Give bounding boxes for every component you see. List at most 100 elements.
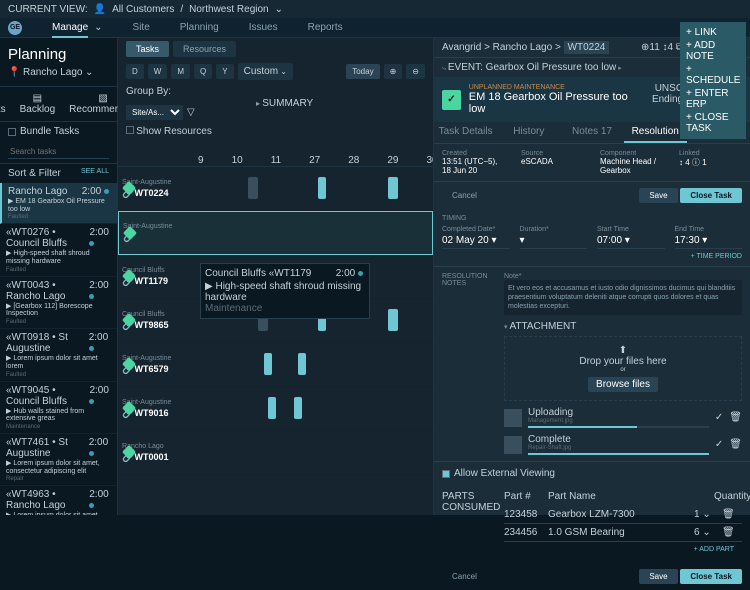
resolution-notes-label: RESOLUTION NOTES <box>442 273 492 451</box>
range-year[interactable]: Y <box>216 64 233 79</box>
range-quarter[interactable]: Q <box>194 64 212 79</box>
close-task-button-bottom[interactable]: Close Task <box>680 569 742 584</box>
breadcrumb[interactable]: Avangrid > Rancho Lago > <box>442 42 561 53</box>
chevron-down-icon[interactable]: ⌄ <box>94 22 102 33</box>
timing-field[interactable]: Completed Date*02 May 20 ▾ <box>442 226 510 249</box>
close-task-button[interactable]: Close Task <box>680 188 742 203</box>
action-item[interactable]: + ADD NOTE <box>684 39 742 63</box>
gantt-row[interactable]: Saint-Augustine🔗 <box>118 211 433 255</box>
action-item[interactable]: + SCHEDULE <box>684 63 742 87</box>
timing-field[interactable]: End Time17:30 ▾ <box>675 226 743 249</box>
today-button[interactable]: Today <box>346 64 379 79</box>
wt-badge: WT0224 <box>564 41 610 54</box>
parts-header: Part #Part NameQuantity <box>504 491 742 502</box>
current-view-label: CURRENT VIEW: <box>8 4 88 15</box>
task-item[interactable]: Rancho Lago2:00 ▶ EM 18 Gearbox Oil Pres… <box>0 183 117 224</box>
task-item[interactable]: «WT7461 • St Augustine2:00 ▶ Lorem ipsum… <box>0 434 117 486</box>
detail-tab[interactable]: Task Details <box>434 122 497 143</box>
file-dropzone[interactable]: ⬆ Drop your files here or Browse files <box>504 336 742 401</box>
browse-files-button[interactable]: Browse files <box>588 377 658 392</box>
task-item[interactable]: «WT4963 • Rancho Lago2:00 ▶ Lorem ipsum … <box>0 486 117 515</box>
upload-icon: ⬆ <box>513 345 733 356</box>
tab-resources[interactable]: Resources <box>173 41 236 57</box>
cancel-button-bottom[interactable]: Cancel <box>442 569 487 584</box>
timing-label: TIMING <box>442 215 742 222</box>
cancel-button[interactable]: Cancel <box>442 188 487 203</box>
task-item[interactable]: «WT0043 • Rancho Lago2:00 ▶ [Gearbox 112… <box>0 277 117 329</box>
gantt-row[interactable]: Saint-Augustine🔗WT9016 <box>118 387 433 431</box>
zoom-out-icon[interactable]: ⊖ <box>406 64 425 79</box>
tab-tasks[interactable]: Tasks <box>126 41 169 57</box>
task-item[interactable]: «WT9045 • Council Bluffs2:00 ▶ Hub walls… <box>0 382 117 434</box>
nav-manage[interactable]: Manage <box>52 18 88 37</box>
detail-tab[interactable]: Resolution <box>624 122 687 143</box>
delete-icon[interactable]: 🗑 <box>729 439 742 450</box>
nav-planning[interactable]: Planning <box>180 18 219 37</box>
action-item[interactable]: + LINK <box>684 26 742 39</box>
gantt-row[interactable]: Council Bluffs🔗WT1179Council Bluffs «WT1… <box>118 255 433 299</box>
range-custom[interactable]: Custom ⌄ <box>238 63 293 80</box>
check-icon: ✓ <box>442 90 461 110</box>
add-time-period[interactable]: + TIME PERIOD <box>442 253 742 260</box>
upload-item: CompleteRepair-Shaft.jpg✓🗑 <box>504 434 742 455</box>
save-button-bottom[interactable]: Save <box>639 569 677 584</box>
page-title: Planning <box>8 46 109 63</box>
gantt-date-header: 910112728293012345678910 <box>118 139 433 167</box>
task-item[interactable]: «WT0276 • Council Bluffs2:00 ▶ High-spee… <box>0 224 117 276</box>
customers-dropdown[interactable]: All Customers <box>112 4 174 15</box>
delete-icon[interactable]: 🗑 <box>729 412 742 423</box>
nav-issues[interactable]: Issues <box>249 18 278 37</box>
page-subtitle: Rancho Lago <box>23 67 83 78</box>
part-row: 2344561.0 GSM Bearing6 ⌄🗑 <box>504 524 742 542</box>
action-item[interactable]: + ENTER ERP <box>684 87 742 111</box>
timing-field[interactable]: Duration* ▾ <box>520 226 588 249</box>
note-text[interactable]: Et vero eos et accusamus et iusto odio d… <box>504 280 742 315</box>
chevron-down-icon: ⌄ <box>275 4 283 15</box>
nav-reports[interactable]: Reports <box>308 18 343 37</box>
range-week[interactable]: W <box>148 64 168 79</box>
detail-tab[interactable]: History <box>497 122 560 143</box>
zoom-in-icon[interactable]: ⊕ <box>384 64 403 79</box>
qty-stepper[interactable]: 6 ⌄ <box>694 527 722 538</box>
thumbnail <box>504 409 522 427</box>
show-resources-checkbox[interactable] <box>126 126 134 134</box>
task-tooltip: Council Bluffs «WT11792:00 ▶ High-speed … <box>200 263 370 319</box>
bundle-checkbox[interactable] <box>8 128 16 136</box>
region-dropdown[interactable]: Northwest Region <box>189 4 268 15</box>
pin-icon: 📍 <box>8 67 20 78</box>
gantt-row[interactable]: Saint-Augustine🔗WT0224 <box>118 167 433 211</box>
delete-icon[interactable]: 🗑 <box>722 527 742 538</box>
groupby-select[interactable]: Site/As... <box>126 105 183 120</box>
task-list: Rancho Lago2:00 ▶ EM 18 Gearbox Oil Pres… <box>0 183 117 515</box>
view-tasks[interactable]: ▦Tasks <box>0 93 6 115</box>
detail-tab[interactable]: Notes 17 <box>560 122 623 143</box>
search-input[interactable] <box>8 145 109 159</box>
nav-site[interactable]: Site <box>133 18 150 37</box>
left-sidebar: Planning 📍 Rancho Lago ⌄ ▦Tasks ▤Backlog… <box>0 38 118 515</box>
filter-icon[interactable]: ▽ <box>187 107 195 118</box>
gantt-row[interactable]: Saint-Augustine🔗WT6579 <box>118 343 433 387</box>
allow-external-checkbox[interactable] <box>442 470 450 478</box>
sort-filter[interactable]: Sort & Filter <box>8 168 61 179</box>
user-icon: 👤 <box>94 4 106 15</box>
task-item[interactable]: «WT0918 • St Augustine2:00 ▶ Lorem ipsum… <box>0 329 117 381</box>
thumbnail <box>504 436 522 454</box>
add-part-button[interactable]: + ADD PART <box>504 542 742 557</box>
summary-toggle[interactable]: SUMMARY <box>262 98 313 109</box>
view-backlog[interactable]: ▤Backlog <box>20 93 56 115</box>
tasks-icon: ▦ <box>0 93 6 104</box>
see-all-link[interactable]: SEE ALL <box>81 168 109 179</box>
save-button[interactable]: Save <box>639 188 677 203</box>
backlog-icon: ▤ <box>20 93 56 104</box>
parts-consumed-label: PARTS CONSUMED <box>442 491 492 557</box>
gantt-row[interactable]: Rancho Lago🔗WT0001 <box>118 431 433 475</box>
chevron-down-icon[interactable]: ⌄ <box>85 67 93 78</box>
range-month[interactable]: M <box>171 64 190 79</box>
upload-item: UploadingManagement.jpg✓🗑 <box>504 407 742 428</box>
range-day[interactable]: D <box>126 64 144 79</box>
action-item[interactable]: + CLOSE TASK <box>684 111 742 135</box>
timing-field[interactable]: Start Time07:00 ▾ <box>597 226 665 249</box>
detail-panel: Avangrid > Rancho Lago > WT0224 ⊕11 ↕4 ⧉… <box>434 38 750 515</box>
main-nav: GE Manage ⌄ Site Planning Issues Reports <box>0 18 750 38</box>
check-icon: ✓ <box>715 439 723 450</box>
